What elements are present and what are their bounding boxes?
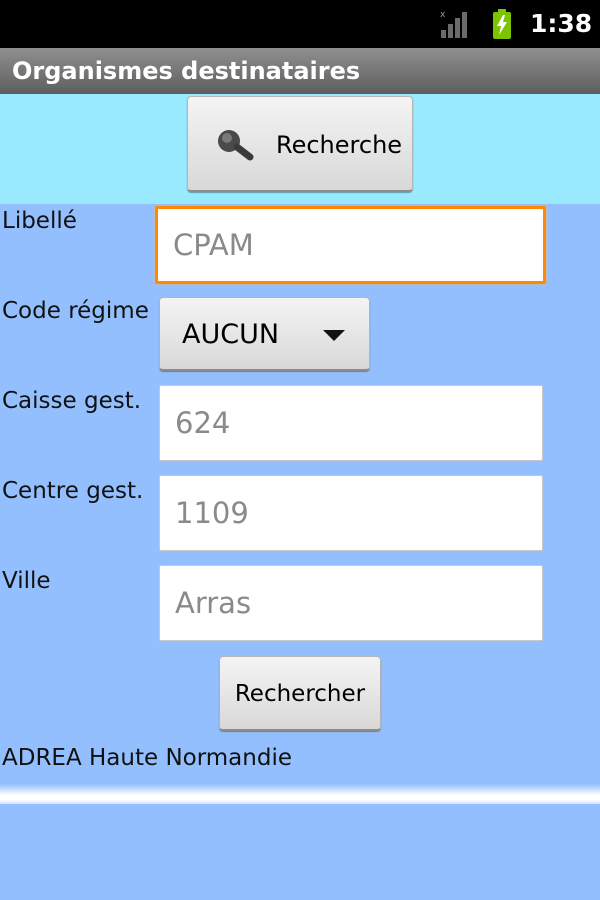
signal-bars-icon: x [440, 10, 467, 38]
ville-input[interactable]: Arras [159, 565, 543, 641]
results-area [0, 804, 600, 900]
battery-charging-icon [493, 9, 511, 39]
caisse-gest-input[interactable]: 624 [159, 385, 543, 461]
magnifier-icon [218, 130, 254, 161]
rechercher-button-label: Rechercher [234, 681, 366, 707]
clock-time: 1:38 [530, 9, 593, 38]
result-list-item[interactable]: ADREA Haute Normandie [2, 745, 292, 771]
svg-text:x: x [440, 10, 446, 20]
centre-gest-input[interactable]: 1109 [159, 475, 543, 551]
code-regime-selected: AUCUN [182, 319, 280, 350]
ville-input-value: Arras [175, 586, 252, 620]
centre-gest-input-value: 1109 [175, 496, 249, 530]
libelle-label: Libellé [2, 208, 77, 234]
list-divider [0, 784, 600, 804]
rechercher-button[interactable]: Rechercher [219, 656, 381, 731]
status-bar: x 1:38 [0, 0, 600, 48]
code-regime-label: Code régime [2, 298, 149, 324]
search-mode-button-label: Recherche [276, 131, 403, 159]
page-title: Organismes destinataires [12, 57, 361, 85]
ville-label: Ville [2, 568, 51, 594]
caisse-gest-input-value: 624 [175, 406, 231, 440]
dropdown-arrow-icon [323, 330, 345, 341]
libelle-input-value: CPAM [173, 228, 254, 262]
search-mode-button[interactable]: Recherche [187, 96, 413, 192]
code-regime-dropdown[interactable]: AUCUN [159, 297, 370, 371]
centre-gest-label: Centre gest. [2, 478, 144, 504]
libelle-input[interactable]: CPAM [155, 206, 546, 284]
title-bar: Organismes destinataires [0, 48, 600, 94]
caisse-gest-label: Caisse gest. [2, 388, 142, 414]
